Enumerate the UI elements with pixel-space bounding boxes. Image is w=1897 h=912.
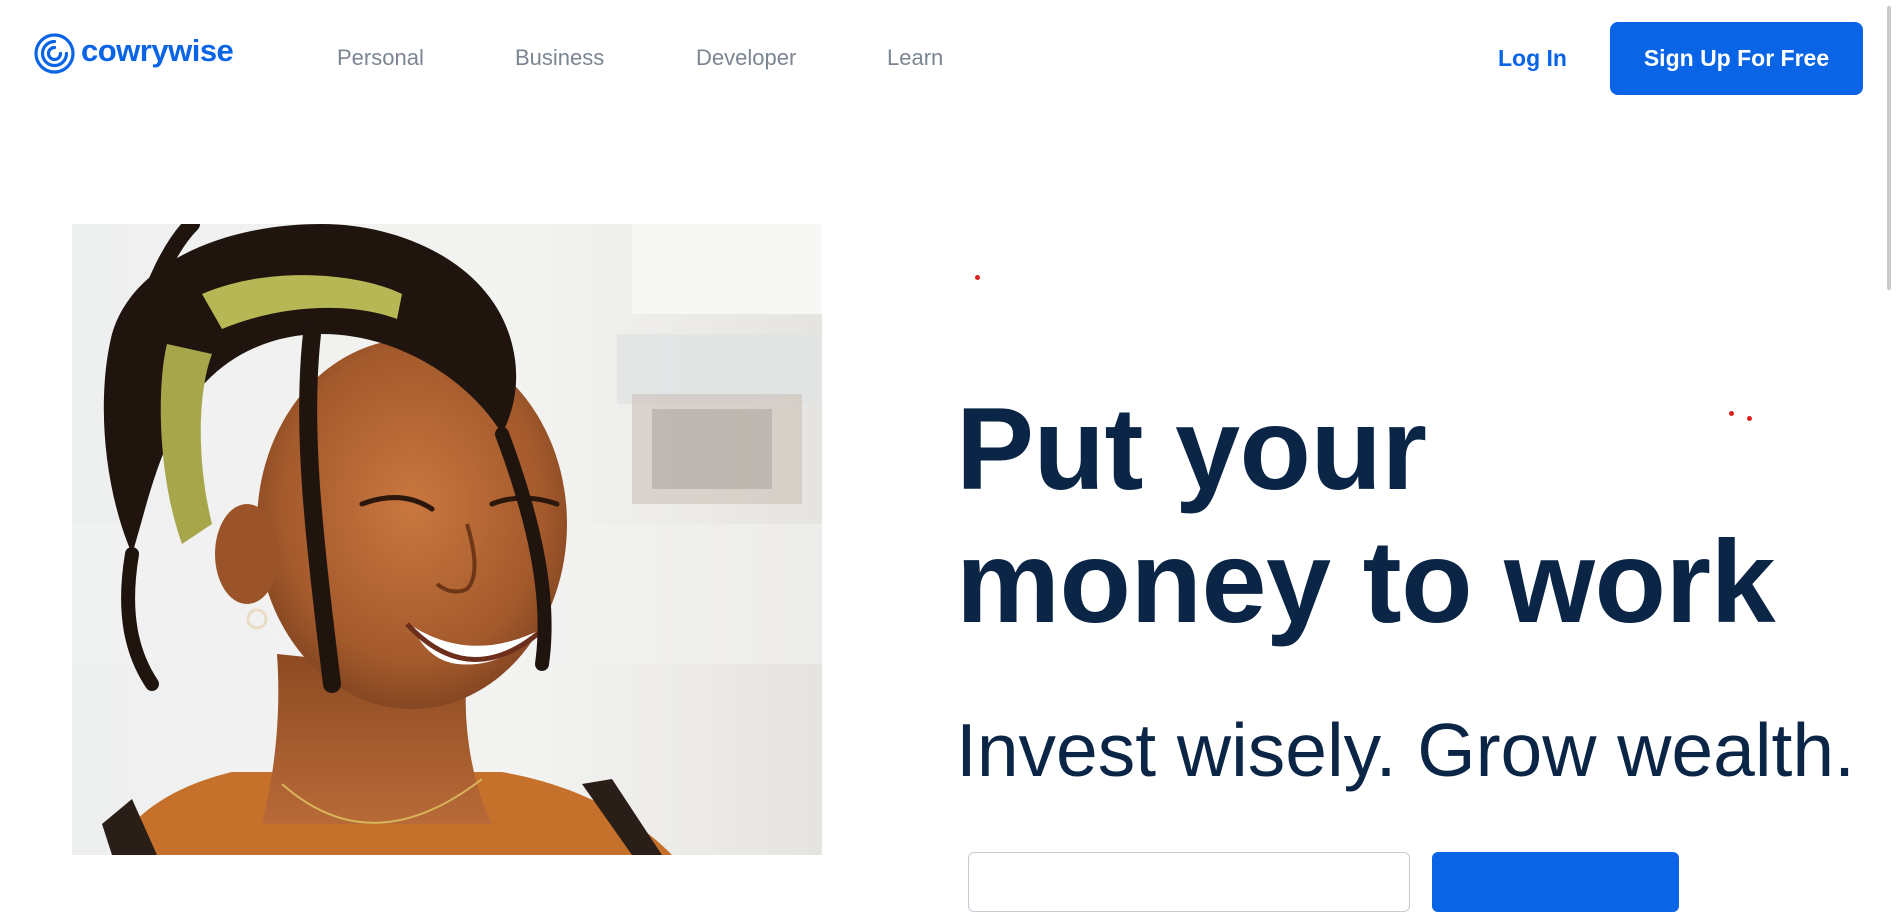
cowrywise-logo[interactable]: cowrywise	[34, 33, 234, 74]
login-link[interactable]: Log In	[1498, 45, 1567, 71]
nav-item-developer[interactable]: Developer	[696, 45, 796, 71]
hero-headline-line1: Put your	[956, 383, 1427, 514]
logo-wordmark: cowrywise	[81, 33, 234, 68]
site-header: cowrywise Personal Business Developer Le…	[0, 0, 1880, 115]
nav-item-personal[interactable]: Personal	[337, 45, 424, 71]
hero-image	[72, 224, 822, 855]
hero-headline: Put your money to work	[956, 382, 1856, 648]
cowrywise-logo-icon	[34, 33, 75, 74]
hero-subheadline: Invest wisely. Grow wealth.	[956, 708, 1855, 792]
nav-item-learn[interactable]: Learn	[887, 45, 943, 71]
cta-button[interactable]	[1432, 852, 1679, 912]
scrollbar[interactable]	[1880, 0, 1897, 855]
signup-button[interactable]: Sign Up For Free	[1610, 22, 1863, 95]
nav-item-business[interactable]: Business	[515, 45, 604, 71]
email-input[interactable]	[968, 852, 1410, 912]
hero-headline-line2: money to work	[956, 516, 1776, 647]
scrollbar-thumb[interactable]	[1887, 6, 1891, 290]
hero-portrait-illustration	[72, 224, 822, 855]
decorative-dot	[975, 275, 980, 280]
